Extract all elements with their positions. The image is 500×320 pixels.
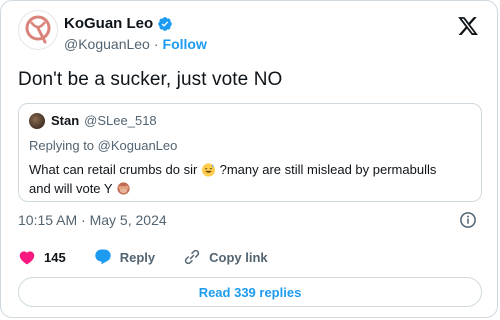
quoted-text-part1: What can retail crumbs do sir	[29, 162, 198, 177]
follow-button[interactable]: Follow	[163, 36, 207, 52]
heart-icon	[19, 251, 35, 265]
read-replies-button[interactable]: Read 339 replies	[18, 277, 482, 307]
separator-dot: ·	[153, 36, 159, 52]
x-logo-icon[interactable]	[457, 15, 479, 37]
replying-to-label: Replying to @KoguanLeo	[29, 138, 178, 153]
see-no-evil-monkey-emoji-icon	[117, 182, 130, 195]
quoted-author-handle: @SLee_518	[84, 113, 157, 128]
reply-button[interactable]: Reply	[94, 248, 155, 266]
author-avatar[interactable]	[18, 10, 58, 50]
quoted-tweet-text: What can retail crumbs do sir ?many are …	[29, 160, 469, 198]
reply-bubble-icon	[95, 249, 111, 265]
quoted-text-part3: and will vote Y	[29, 181, 113, 196]
verified-badge-icon	[158, 16, 173, 31]
quoted-tweet[interactable]: Stan @SLee_518 Replying to @KoguanLeo Wh…	[18, 103, 482, 202]
tweet-card: KoGuan Leo @KoguanLeo · Follow Don't be …	[0, 0, 498, 318]
copy-link-label: Copy link	[209, 249, 268, 265]
sweat-smile-emoji-icon	[201, 163, 216, 177]
author-handle-row: @KoguanLeo · Follow	[64, 36, 207, 52]
author-display-name[interactable]: KoGuan Leo	[64, 15, 153, 32]
link-icon	[184, 249, 200, 265]
quoted-author-name: Stan	[51, 113, 80, 128]
author-handle[interactable]: @KoguanLeo	[64, 36, 150, 52]
author-name-row: KoGuan Leo	[64, 15, 173, 32]
tweet-text: Don't be a sucker, just vote NO	[18, 69, 283, 90]
quoted-author-row: Stan @SLee_518	[51, 113, 157, 128]
info-icon[interactable]	[459, 211, 477, 229]
like-button[interactable]: 145	[18, 248, 66, 266]
reply-label: Reply	[119, 249, 156, 265]
copy-link-button[interactable]: Copy link	[183, 248, 268, 266]
like-count: 145	[44, 249, 66, 265]
action-row: 145 Reply Copy link	[18, 248, 296, 266]
tweet-timestamp[interactable]: 10:15 AM · May 5, 2024	[18, 212, 167, 228]
q-logo-icon	[25, 15, 51, 44]
quoted-text-part2: ?many are still mislead by permabulls	[219, 162, 437, 177]
quoted-author-avatar	[29, 113, 45, 129]
